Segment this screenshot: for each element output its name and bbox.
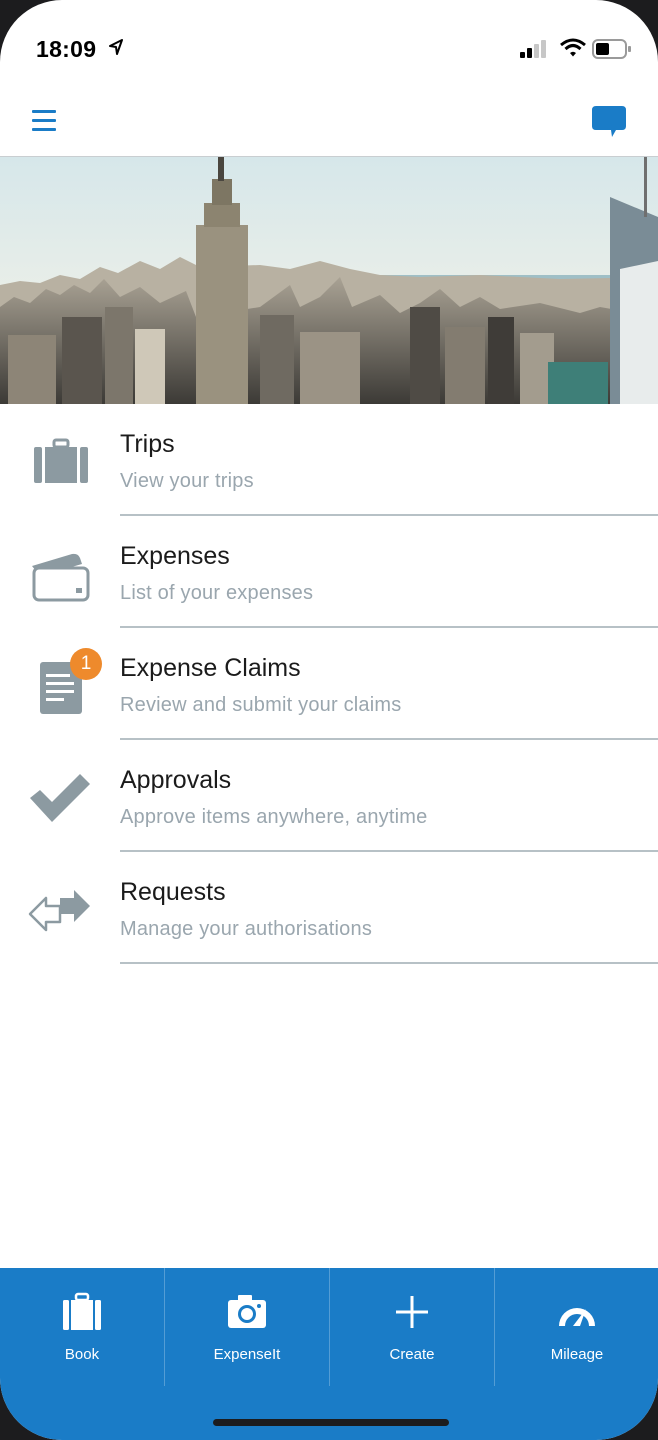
menu-item-subtitle: Review and submit your claims bbox=[120, 694, 402, 716]
hero-skyline-image bbox=[0, 157, 658, 404]
notification-badge: 1 bbox=[70, 648, 102, 680]
tab-label: Mileage bbox=[550, 1346, 604, 1363]
menu-item-title: Approvals bbox=[120, 766, 232, 794]
menu-item-subtitle: Approve items anywhere, anytime bbox=[120, 806, 428, 828]
wifi-icon bbox=[560, 38, 586, 57]
tab-mileage[interactable]: Mileage bbox=[495, 1268, 658, 1386]
tab-create[interactable]: Create bbox=[330, 1268, 494, 1386]
location-arrow-icon bbox=[109, 39, 123, 55]
checkmark-icon bbox=[30, 774, 90, 822]
status-time: 18:09 bbox=[36, 36, 97, 62]
divider bbox=[120, 962, 658, 964]
menu-item-title: Expenses bbox=[120, 542, 230, 570]
home-indicator[interactable] bbox=[213, 1419, 449, 1426]
tab-label: Create bbox=[389, 1346, 435, 1363]
tab-label: Book bbox=[64, 1346, 100, 1363]
menu-item-title: Trips bbox=[120, 430, 175, 458]
top-nav-bar bbox=[0, 90, 658, 157]
main-menu-list: Trips View your trips Expenses List of y… bbox=[0, 404, 658, 964]
tab-expenseit[interactable]: ExpenseIt bbox=[165, 1268, 329, 1386]
menu-item-approvals[interactable]: Approvals Approve items anywhere, anytim… bbox=[0, 740, 658, 852]
battery-icon bbox=[592, 39, 631, 59]
chat-bubble-icon[interactable] bbox=[590, 104, 628, 140]
camera-icon bbox=[228, 1295, 266, 1328]
city-skyline-image bbox=[0, 157, 658, 404]
tab-book[interactable]: Book bbox=[0, 1268, 164, 1386]
credit-card-icon bbox=[32, 553, 90, 602]
hamburger-icon[interactable] bbox=[32, 110, 62, 136]
menu-item-expenses[interactable]: Expenses List of your expenses bbox=[0, 516, 658, 628]
app-screen: 18:09 Trips View your trips Expenses Lis… bbox=[0, 0, 658, 1440]
tab-label: ExpenseIt bbox=[213, 1346, 281, 1363]
briefcase-icon bbox=[63, 1292, 101, 1330]
status-bar: 18:09 bbox=[0, 0, 658, 90]
menu-item-expense-claims[interactable]: Expense Claims Review and submit your cl… bbox=[0, 628, 658, 740]
speedometer-icon bbox=[559, 1308, 595, 1326]
menu-item-subtitle: List of your expenses bbox=[120, 582, 314, 604]
menu-item-trips[interactable]: Trips View your trips bbox=[0, 404, 658, 516]
menu-item-subtitle: Manage your authorisations bbox=[120, 918, 373, 940]
menu-item-title: Requests bbox=[120, 878, 226, 906]
arrows-icon bbox=[28, 890, 90, 932]
cellular-signal-icon bbox=[520, 40, 546, 58]
bottom-tab-bar: Book ExpenseIt Create Mileage bbox=[0, 1268, 658, 1440]
menu-item-title: Expense Claims bbox=[120, 654, 301, 682]
menu-item-requests[interactable]: Requests Manage your authorisations bbox=[0, 852, 658, 964]
briefcase-icon bbox=[34, 438, 88, 483]
menu-item-subtitle: View your trips bbox=[120, 470, 254, 492]
plus-icon bbox=[396, 1296, 428, 1328]
